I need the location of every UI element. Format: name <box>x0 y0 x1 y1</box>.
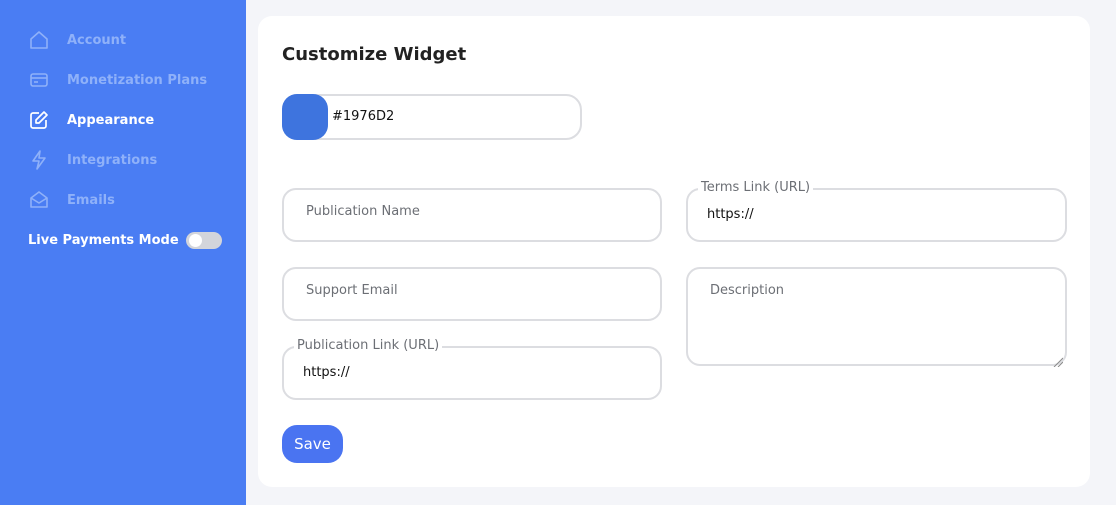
envelope-icon <box>28 189 50 211</box>
lightning-icon <box>28 149 50 171</box>
publication-link-value: https:// <box>303 365 350 380</box>
terms-link-field[interactable]: Terms Link (URL) https:// <box>686 180 1067 242</box>
sidebar-item-label: Integrations <box>67 152 158 168</box>
credit-card-icon <box>28 69 50 91</box>
publication-link-label: Publication Link (URL) <box>294 338 443 353</box>
sidebar-item-integrations[interactable]: Integrations <box>28 148 157 172</box>
sidebar-item-monetization-plans[interactable]: Monetization Plans <box>28 68 207 92</box>
publication-name-field[interactable]: Publication Name <box>282 188 662 242</box>
live-payments-toggle[interactable] <box>185 231 222 249</box>
publication-link-field[interactable]: Publication Link (URL) https:// <box>282 338 662 400</box>
sidebar-item-label: Monetization Plans <box>67 72 208 88</box>
support-email-field[interactable]: Support Email <box>282 267 662 321</box>
color-picker-field[interactable]: #1976D2 <box>282 94 582 140</box>
live-payments-label: Live Payments Mode <box>28 232 179 248</box>
description-placeholder: Description <box>710 283 785 298</box>
toggle-knob <box>188 233 202 247</box>
publication-name-placeholder: Publication Name <box>306 204 420 219</box>
sidebar: Account Monetization Plans Appearance In… <box>0 0 246 505</box>
color-hex-value: #1976D2 <box>332 109 395 124</box>
resize-grip-icon[interactable] <box>1053 352 1064 368</box>
sidebar-item-label: Appearance <box>67 112 155 128</box>
terms-link-value: https:// <box>707 207 754 222</box>
sidebar-item-appearance[interactable]: Appearance <box>28 108 154 132</box>
description-field[interactable]: Description <box>686 267 1067 368</box>
sidebar-item-account[interactable]: Account <box>28 28 126 52</box>
edit-icon <box>28 109 50 131</box>
customize-widget-card: Customize Widget #1976D2 Publication Nam… <box>258 16 1090 487</box>
live-payments-mode: Live Payments Mode <box>28 230 222 250</box>
terms-link-label: Terms Link (URL) <box>698 180 814 195</box>
color-swatch[interactable] <box>282 94 328 140</box>
support-email-placeholder: Support Email <box>306 283 398 298</box>
sidebar-item-label: Account <box>67 32 127 48</box>
save-button[interactable]: Save <box>282 425 343 463</box>
home-icon <box>28 29 50 51</box>
sidebar-item-emails[interactable]: Emails <box>28 188 115 212</box>
page-title: Customize Widget <box>282 44 467 65</box>
sidebar-item-label: Emails <box>67 192 115 208</box>
